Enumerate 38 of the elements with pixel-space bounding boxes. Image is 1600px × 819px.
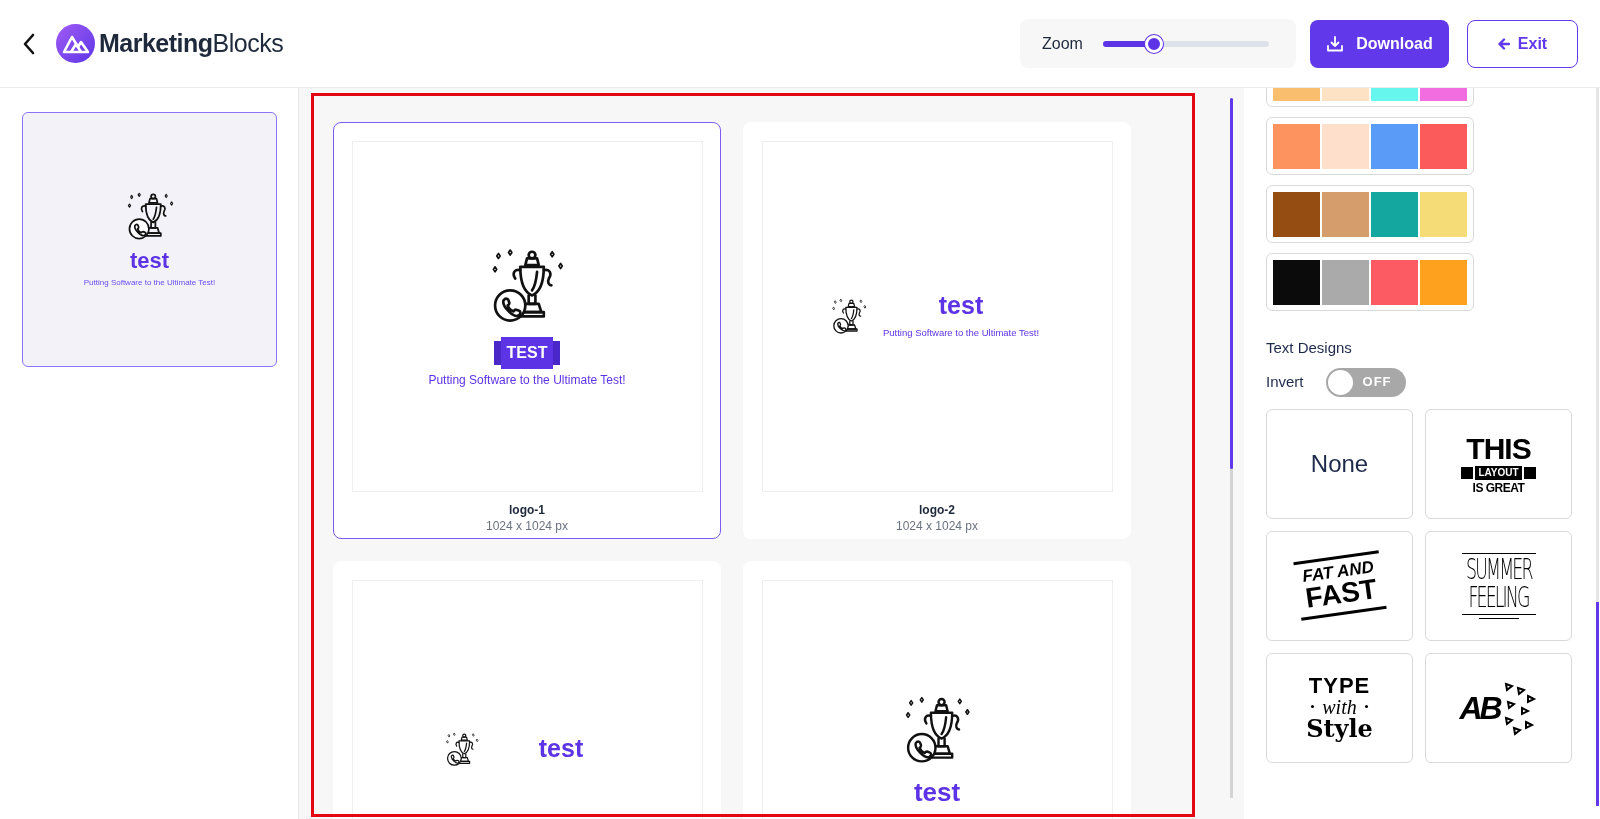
slider-thumb[interactable] [1145,34,1164,53]
download-icon [1326,34,1345,53]
section-title: Text Designs [1266,338,1353,358]
logo-title: test [538,736,584,761]
logo-title: test [938,292,984,318]
logo-name: logo-2 [919,504,955,516]
text-design-option[interactable]: TYPE with Style [1266,652,1413,763]
scrollbar-thumb[interactable] [1596,602,1599,806]
text-design-option[interactable]: THIS LAYOUT IS GREAT [1425,408,1572,519]
color-palette[interactable] [1266,117,1474,175]
color-palette[interactable] [1266,185,1474,243]
arrow-left-icon [1497,37,1510,50]
logo-tagline: Putting Software to the Ultimate Test! [428,371,626,389]
logo-name: logo-1 [509,504,545,516]
logo-size: 1024 x 1024 px [485,520,569,532]
logo-size: 1024 x 1024 px [895,520,979,532]
download-button[interactable]: Download [1310,19,1449,68]
invert-label: Invert [1266,371,1304,392]
logo-title: test [129,250,170,272]
logo-title: test [913,779,961,805]
logo-card[interactable]: TEST Putting Software to the Ultimate Test! logo-1 1024 x 1024 px [333,122,721,539]
brand-name: MarketingBlocks [99,27,284,59]
scrollbar-thumb[interactable] [1230,98,1233,469]
page-thumbnail[interactable]: test Putting Software to the Ultimate Test! [22,112,277,367]
brand-logo-icon [56,24,95,63]
text-design-option[interactable]: SUMMER FEELING [1425,530,1572,641]
exit-button[interactable]: Exit [1467,19,1578,68]
color-palette[interactable] [1266,253,1474,311]
zoom-label: Zoom [1042,33,1083,54]
logo-card[interactable]: test [743,561,1131,819]
zoom-slider[interactable] [1102,34,1269,53]
text-design-option[interactable]: FAT AND FAST [1266,530,1413,641]
logo-card[interactable]: test [333,561,721,819]
logo-tagline: Putting Software to the Ultimate Test! [882,325,1040,340]
logo-tagline: Putting Software to the Ultimate Test! [83,277,216,289]
logo-card[interactable]: test Putting Software to the Ultimate Test! logo-2 1024 x 1024 px [743,122,1131,539]
text-design-option[interactable]: AB [1425,652,1572,763]
text-design-option[interactable]: None [1266,408,1413,519]
